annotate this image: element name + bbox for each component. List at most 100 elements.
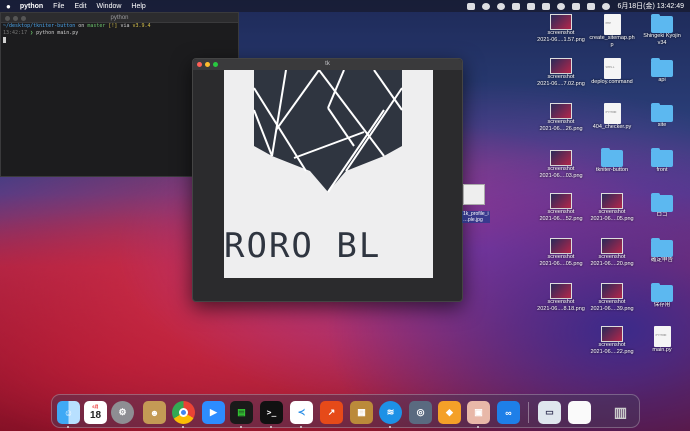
desktop-icon-label: ロゴ <box>656 212 668 218</box>
image-file-icon <box>550 58 572 74</box>
desktop-icon-item[interactable]: 確定申告 <box>632 238 690 264</box>
infinity-icon[interactable]: ∞ <box>497 401 520 424</box>
file-type-tag: SHELL <box>605 65 615 69</box>
desktop-icon-label: 保存用 <box>653 302 671 308</box>
status-p-icon[interactable] <box>482 2 491 10</box>
contacts-icon[interactable]: ☻ <box>143 401 166 424</box>
menubar-clock[interactable]: 6月18日(金) 13:42:49 <box>617 1 684 11</box>
status-t-icon[interactable] <box>557 2 566 10</box>
preview-icon[interactable]: ▣ <box>467 401 490 428</box>
sourcetree-git-icon[interactable]: ◆ <box>438 401 461 424</box>
sourcetree-icon[interactable]: ↗ <box>320 401 343 424</box>
image-file-icon <box>601 238 623 254</box>
image-file-icon <box>550 103 572 119</box>
status-box-icon[interactable] <box>542 2 551 10</box>
terminal-title-bar[interactable]: python <box>1 13 238 23</box>
terminal-icon[interactable]: >_ <box>260 401 283 428</box>
close-button[interactable] <box>5 16 10 21</box>
folder-icon <box>651 238 673 257</box>
terminal-prompt-line: ~/desktop/tkniter-button on master [!] v… <box>1 23 238 30</box>
zoom-button[interactable] <box>21 16 26 21</box>
menu-file[interactable]: File <box>53 3 64 10</box>
terminal-cursor <box>3 37 6 43</box>
apple-menu-icon[interactable]: ● <box>6 2 11 11</box>
file-icon: PYTHON <box>603 103 621 124</box>
desktop-icon-label: api <box>658 77 666 83</box>
folder-icon <box>651 14 673 33</box>
desktop-icon-item[interactable]: site <box>632 103 690 129</box>
desktop-icon-item[interactable]: PYTHON main.py <box>632 326 690 354</box>
folder-icon <box>651 58 673 77</box>
desktop-icon-item[interactable]: Shingeki Kyojin v34 <box>632 14 690 46</box>
minimize-button[interactable] <box>13 16 18 21</box>
desktop-icon-label: 確定申告 <box>650 257 673 263</box>
docker-whale-icon[interactable]: ≋ <box>379 401 402 428</box>
image-file-icon <box>550 193 572 209</box>
image-file-icon <box>550 283 572 299</box>
terminal-title: python <box>110 15 129 21</box>
desktop-icon-item[interactable]: front <box>632 148 690 174</box>
system-preferences-icon[interactable]: ⚙ <box>111 401 134 424</box>
menu-help[interactable]: Help <box>131 3 145 10</box>
desktop-icon-item[interactable]: ロゴ <box>632 193 690 219</box>
menu-app-python[interactable]: python <box>20 3 43 10</box>
status-area: 6月18日(金) 13:42:49 <box>467 1 684 11</box>
desktop-icon-label: front <box>656 167 668 173</box>
close-button[interactable] <box>197 62 202 67</box>
dragged-file-label: 1k_profile_i …ple.jpg <box>462 211 490 223</box>
image-file-icon <box>550 238 572 254</box>
tk-window[interactable]: tk RORO BL <box>192 58 463 302</box>
dragged-image-file[interactable] <box>463 184 485 205</box>
folder-icon <box>651 103 673 122</box>
zoom-button[interactable] <box>213 62 218 67</box>
finder-icon[interactable]: ☺ <box>57 401 80 428</box>
menu-window[interactable]: Window <box>97 3 122 10</box>
image-file-icon <box>601 193 623 209</box>
minimize-button[interactable] <box>205 62 210 67</box>
document-icon[interactable] <box>568 401 591 424</box>
status-dropbox-icon[interactable] <box>527 2 536 10</box>
terminal-cursor-line <box>1 37 238 45</box>
folder-icon <box>601 148 623 167</box>
prompt-on: on <box>78 23 85 29</box>
tk-title-bar[interactable]: tk <box>193 59 462 70</box>
desktop-icon-item[interactable]: 保存用 <box>632 283 690 309</box>
folder-icon <box>651 193 673 212</box>
desktop-icon-label: site <box>657 122 667 128</box>
status-circle-icon[interactable] <box>497 2 506 10</box>
menu-edit[interactable]: Edit <box>74 3 86 10</box>
command-text: python main.py <box>36 30 79 36</box>
file-type-tag: PHP <box>605 21 611 25</box>
calendar-icon[interactable]: 6月 18 <box>84 401 107 424</box>
chrome-icon[interactable] <box>172 401 195 428</box>
git-status: [!] <box>108 23 118 29</box>
activity-monitor-icon[interactable]: ▤ <box>230 401 253 428</box>
proxyman-icon[interactable]: ◎ <box>409 401 432 424</box>
terminal-command-line: 13:42:17 ❯ python main.py <box>3 30 79 36</box>
vscode-icon[interactable]: ≺ <box>290 401 313 428</box>
file-icon: SHELL <box>603 58 621 79</box>
desktop-icon-item[interactable]: api <box>632 58 690 84</box>
menu-bar: ● python File Edit Window Help 6月18日(金) … <box>0 0 690 12</box>
status-cloud-icon[interactable] <box>512 2 521 10</box>
siri-icon[interactable] <box>602 2 611 10</box>
downloads-icon[interactable]: ▭ <box>538 401 561 424</box>
docker-icon[interactable]: ▦ <box>350 401 373 424</box>
file-type-tag: PYTHON <box>605 110 617 114</box>
control-center-icon[interactable] <box>587 2 596 10</box>
python-version: v3.9.4 <box>132 23 151 29</box>
zoom-icon[interactable]: ▶ <box>202 401 225 424</box>
window-controls <box>5 16 26 21</box>
tk-title: tk <box>325 61 330 67</box>
desktop-icon-label: main.py <box>652 347 672 353</box>
window-controls <box>197 62 218 67</box>
file-icon: PHP <box>603 14 621 35</box>
image-file-icon <box>601 326 623 342</box>
tk-canvas[interactable]: RORO BL <box>224 70 433 278</box>
dock-separator <box>528 402 529 423</box>
status-app-icon[interactable] <box>467 2 476 10</box>
wifi-icon[interactable] <box>572 2 581 10</box>
folder-icon <box>651 148 673 167</box>
desktop-icon-label: Shingeki Kyojin v34 <box>643 33 681 46</box>
trash-icon[interactable]: ▥ <box>609 401 632 424</box>
